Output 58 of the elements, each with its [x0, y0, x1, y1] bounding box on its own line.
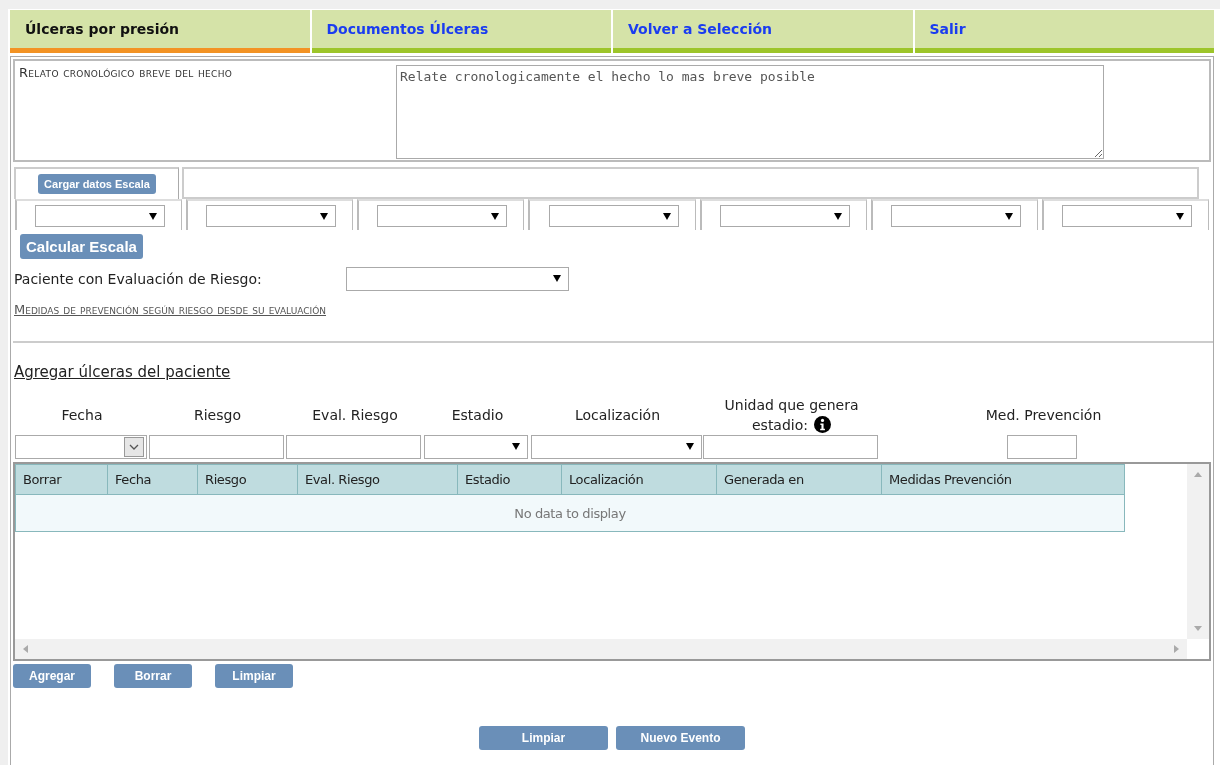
dropdown-arrow-icon: [833, 212, 842, 220]
dropdown[interactable]: [719, 204, 850, 227]
column-header[interactable]: Eval. Riesgo: [298, 465, 458, 494]
calendar-dropdown-icon[interactable]: [124, 437, 144, 457]
scroll-left-icon[interactable]: [23, 645, 28, 653]
dropdown-arrow-icon: [149, 212, 158, 220]
dropdown-arrow-icon: [512, 443, 520, 450]
text-field[interactable]: [286, 435, 421, 459]
nav-tab[interactable]: Documentos Úlceras: [311, 10, 611, 53]
dropdown[interactable]: [1062, 204, 1192, 227]
dropdown[interactable]: [424, 435, 528, 459]
field-label: Paciente con Evaluación de Riesgo:: [14, 271, 263, 287]
column-label: Unidad que genera estadio:: [723, 396, 860, 435]
dropdown-arrow-icon: [1004, 212, 1013, 220]
column-header[interactable]: Medidas Prevención: [882, 465, 1124, 494]
dropdown[interactable]: [548, 204, 679, 227]
info-icon[interactable]: [814, 416, 831, 433]
dropdown-arrow-icon: [553, 275, 561, 282]
column-header[interactable]: Fecha: [108, 465, 198, 494]
dropdown[interactable]: [377, 204, 508, 227]
horizontal-scrollbar[interactable]: [15, 639, 1187, 659]
dropdown[interactable]: [35, 204, 166, 227]
column-header[interactable]: Localización: [562, 465, 717, 494]
column-label: Med. Prevención: [985, 406, 1102, 425]
column-header[interactable]: Borrar: [16, 465, 108, 494]
vertical-scrollbar[interactable]: [1187, 464, 1209, 639]
nav-tab[interactable]: Úlceras por presión: [10, 10, 310, 53]
column-header[interactable]: Estadio: [458, 465, 562, 494]
dropdown[interactable]: [346, 267, 569, 291]
date-field[interactable]: [15, 435, 147, 459]
dropdown-arrow-icon: [685, 443, 694, 450]
column-label: Fecha: [61, 406, 103, 425]
dropdown-arrow-icon: [662, 212, 671, 220]
text-field[interactable]: [148, 435, 284, 459]
column-label: Riesgo: [194, 406, 241, 425]
dropdown[interactable]: [890, 204, 1021, 227]
description-field[interactable]: Relate cronologicamente el hecho lo mas breve posible: [396, 65, 1104, 159]
column-header[interactable]: Riesgo: [198, 465, 298, 494]
dropdown[interactable]: [530, 435, 702, 459]
scroll-up-icon[interactable]: [1194, 472, 1202, 477]
text-field[interactable]: [1007, 435, 1077, 459]
dropdown-arrow-icon: [1176, 212, 1184, 220]
prevention-link[interactable]: Medidas de prevención según riesgo desde su evaluación: [14, 302, 326, 317]
nav-tab[interactable]: Salir: [914, 10, 1214, 53]
scroll-right-icon[interactable]: [1174, 645, 1179, 653]
column-label: Eval. Riesgo: [312, 406, 398, 425]
column-label: Localización: [574, 406, 661, 425]
scroll-down-icon[interactable]: [1194, 626, 1202, 631]
field-label: Relato cronológico breve del hecho: [19, 65, 234, 82]
column-label: Estadio: [451, 406, 504, 425]
nav-tab[interactable]: Volver a Selección: [613, 10, 913, 53]
add-ulcers-link[interactable]: Agregar úlceras del paciente: [14, 363, 231, 381]
empty-message: No data to display: [15, 495, 1125, 532]
dropdown-arrow-icon: [491, 212, 500, 220]
column-header[interactable]: Generada en: [717, 465, 882, 494]
dropdown-arrow-icon: [320, 212, 329, 220]
dropdown[interactable]: [206, 204, 337, 227]
text-field[interactable]: [702, 435, 878, 459]
